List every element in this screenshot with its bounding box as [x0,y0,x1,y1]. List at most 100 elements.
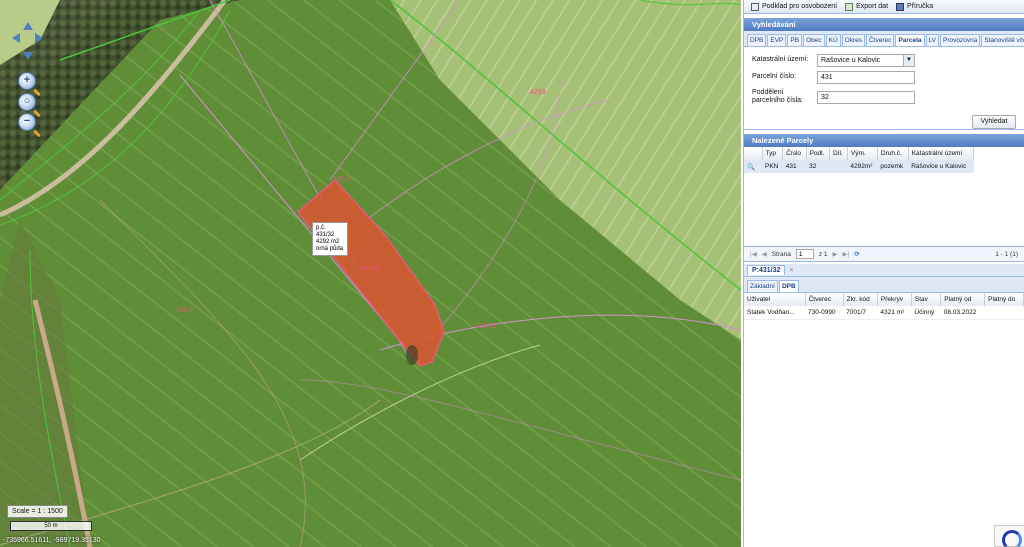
cell-vym: 4292m² [850,163,873,170]
export-icon [845,2,854,11]
detail-tab-dpb[interactable]: DPB [778,280,799,292]
results-col-icon [744,147,763,160]
results-grid: Typ Číslo Podl. Díl. Vým. Druh.č. Katastrální … [744,147,1024,247]
detail-col-header[interactable]: Platný od [940,293,986,306]
export-label: Export dat [856,3,889,10]
cell-do [984,306,1024,320]
results-col-header[interactable]: Vým. [847,147,878,160]
podd-input[interactable]: 32 [817,91,915,104]
podd-label-line2: parcelního čísla: [752,97,803,104]
tab-stanoviště-včel[interactable]: Stanoviště včel [981,34,1024,46]
svg-text:431/3: 431/3 [333,176,351,183]
document-icon [751,2,759,11]
detail-col-header[interactable]: Zkr. kód [843,293,878,306]
search-panel-title: Vyhledávání [744,18,1024,31]
tab-provozovna[interactable]: Provozovna [940,34,981,46]
podklad-button[interactable]: Podklad pro osvobození [751,2,838,11]
cell-dil [829,160,847,173]
pan-right-icon[interactable] [35,33,43,43]
page-number-input[interactable] [795,249,814,259]
table-row[interactable]: Statek Vodňan... 730-0990 7001/7 4321 m² Úči… [744,306,1024,320]
pan-up-icon[interactable] [23,22,33,30]
detail-col-header[interactable]: Překryv [877,293,912,306]
results-col-header[interactable]: Druh.č. [877,147,909,160]
next-page-icon[interactable]: ▶ [833,250,838,258]
prirucka-label: Příručka [907,3,934,10]
tab-kú[interactable]: KÚ [825,34,841,46]
cell-uzivatel: Statek Vodňan... [744,306,806,320]
coordinate-readout: -735966.51611, -989719.35130 [3,537,101,544]
scale-bar: 50 m [10,521,92,531]
close-icon[interactable]: × [789,267,793,274]
tooltip-land-type: orná půda [316,246,344,252]
prirucka-button[interactable]: Příručka [896,2,934,11]
katastralni-label: Katastrální území: [752,56,809,63]
detail-header-row: Uživatel Čtverec Zkr. kód Překryv Stav Platný… [744,293,1024,306]
results-title: Nalezené Parcely [744,134,1024,147]
parcel-tooltip: p.č. 431/32 4292 m2 orná půda [312,222,348,256]
parcelni-input[interactable]: 431 [817,71,915,84]
pan-left-icon[interactable] [12,33,20,43]
cell-ku: Rašovice u Kalovic [911,163,967,170]
katastralni-select[interactable]: Rašovice u Kalovic ▼ [817,54,915,67]
results-col-header[interactable]: Typ [762,147,784,160]
detail-col-header[interactable]: Čtverec [805,293,844,306]
refresh-icon[interactable]: ⟳ [854,250,859,258]
tab-čtverec[interactable]: Čtverec [865,34,895,46]
cell-prekryv: 4321 m² [877,306,912,320]
results-col-header[interactable]: Číslo [782,147,807,160]
results-header-row: Typ Číslo Podl. Díl. Vým. Druh.č. Katastrální … [744,147,975,160]
tab-parcela[interactable]: Parcela [895,34,925,46]
cell-druh: pozemk [880,163,904,170]
tab-okres[interactable]: Okres [841,34,865,46]
svg-text:4293: 4293 [530,89,546,96]
tab-lv[interactable]: LV [925,34,939,46]
recaptcha-icon[interactable] [994,525,1024,547]
table-row[interactable]: 🔍 PKN 431 32 4292m² pozemk Rašovice u Kalovic [744,160,974,173]
prev-page-icon[interactable]: ◀ [762,250,767,258]
top-toolbar: Podklad pro osvobození Export dat Příruč… [744,0,1024,14]
detail-col-header[interactable]: Stav [911,293,942,306]
first-page-icon[interactable]: |◀ [750,250,757,258]
cell-podl: 32 [809,163,817,170]
chevron-down-icon[interactable]: ▼ [903,55,914,66]
zoom-to-parcel-icon[interactable]: 🔍 [744,160,762,173]
book-icon [896,2,905,11]
results-col-header[interactable]: Díl. [829,147,848,160]
last-page-icon[interactable]: ▶| [843,250,850,258]
cell-od: 08.03.2022 [940,306,985,320]
parcel-search-form: Katastrální území: Rašovice u Kalovic ▼ … [744,47,1024,130]
tooltip-parcel-number: p.č. 431/32 [316,225,335,238]
tab-dpb[interactable]: DPB [747,34,767,46]
cell-ctverec: 730-0990 [805,306,844,320]
scale-text: Scale = 1 : 1500 [7,505,68,518]
parcelni-label: Parcelní číslo: [752,73,796,80]
zoom-out-icon[interactable]: − [18,113,36,131]
results-col-header[interactable]: Podl. [806,147,830,160]
export-button[interactable]: Export dat [845,2,889,11]
map-view[interactable]: 431/32 431/8 431/31 431/3 4293 + ○ − p.č… [0,0,741,547]
results-col-header[interactable]: Katastrální území [908,147,975,160]
results-pager: |◀ ◀ Strana z 1 ▶ ▶| ⟳ 1 - 1 (1) [744,247,1024,262]
tab-evp[interactable]: EVP [767,34,787,46]
cell-typ: PKN [765,163,779,170]
pager-count: 1 - 1 (1) [995,250,1018,258]
detail-col-header[interactable]: Uživatel [744,293,806,306]
side-panel: Podklad pro osvobození Export dat Příruč… [743,0,1024,547]
pan-down-icon[interactable] [23,52,33,60]
podklad-label: Podklad pro osvobození [762,3,838,10]
detail-tab-title[interactable]: P:431/32 [747,265,786,275]
detail-tab-základní[interactable]: Základní [747,280,778,292]
svg-text:431/31: 431/31 [475,323,497,330]
detail-col-header[interactable]: Platný do [984,293,1024,306]
zoom-in-icon[interactable]: + [18,72,36,90]
podd-label-line1: Poddělení [752,89,784,96]
cell-stav: Účinný [911,306,941,320]
tab-pb[interactable]: PB [787,34,803,46]
katastralni-value: Rašovice u Kalovic [821,57,881,64]
tab-obec[interactable]: Obec [803,34,825,46]
cell-kod: 7001/7 [843,306,878,320]
search-button[interactable]: Vyhledat [972,115,1016,129]
zoom-extent-icon[interactable]: ○ [18,93,36,111]
detail-tabbar: P:431/32 × [744,264,1024,277]
